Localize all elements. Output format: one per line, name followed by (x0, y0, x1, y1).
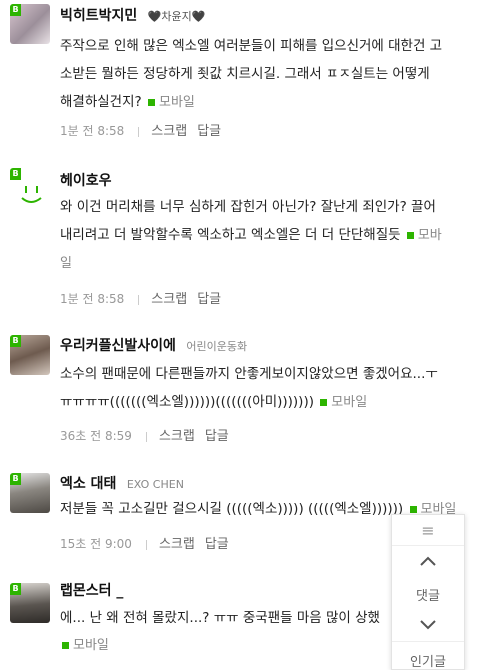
mobile-indicator: 모바 (405, 228, 442, 243)
comment-text: 에... 난 왜 전혀 몰랐지...? ㅠㅠ 중국팬들 마음 많이 상했 모바일 (60, 604, 400, 660)
mobile-dot-icon (62, 641, 69, 649)
reply-button[interactable]: 답글 (205, 429, 229, 444)
mobile-badge-icon: B (10, 4, 21, 16)
divider (392, 545, 464, 546)
comment-item: B 헤이호우 와 이건 머리채를 너무 심하게 잡힌거 아닌가? 잘난게 죄인가… (0, 160, 480, 310)
comment-text: 주작으로 인해 많은 엑소엘 여러분들이 피해를 입으신거에 대한건 고 소받든… (60, 38, 443, 110)
comment-text: 소수의 팬때문에 다른팬들까지 안좋게보이지않았으면 좋겠어요...ㅜ ㅠㅠㅠㅠ… (60, 366, 438, 410)
avatar[interactable]: B (10, 168, 50, 208)
comment-author[interactable]: 랩몬스터 _ (60, 583, 123, 599)
mobile-dot-icon (320, 398, 328, 406)
comment-time: 36초 전 8:59 (60, 429, 132, 443)
mobile-indicator: 모바일 (60, 632, 400, 660)
mobile-badge-icon: B (10, 583, 21, 595)
mobile-indicator: 모바일 (318, 395, 367, 410)
chevron-down-icon (420, 620, 436, 630)
scrap-button[interactable]: 스크랩 (151, 292, 187, 307)
avatar[interactable]: B (10, 473, 50, 513)
scroll-down-button[interactable] (392, 619, 464, 634)
mobile-badge-icon: B (10, 473, 21, 485)
comment-author[interactable]: 빅히트박지민 (60, 8, 137, 24)
mobile-badge-icon: B (10, 335, 21, 347)
divider (138, 126, 140, 137)
reply-button[interactable]: 답글 (205, 537, 229, 552)
comment-text: 와 이건 머리채를 너무 심하게 잡힌거 아닌가? 잘난게 죄인가? 끌어 내리… (60, 199, 442, 271)
comment-item: B 우리커플신발사이에 어린이운동화 소수의 팬때문에 다른팬들까지 안좋게보이… (0, 325, 480, 450)
comment-item: B 빅히트박지민 🖤차윤지🖤 주작으로 인해 많은 엑소엘 여러분들이 피해를 … (0, 0, 480, 145)
mobile-dot-icon (147, 98, 155, 106)
popular-posts-link[interactable]: 인기글 (392, 651, 464, 670)
divider (145, 539, 147, 550)
comment-author-tag: 어린이운동화 (186, 340, 248, 353)
reply-button[interactable]: 답글 (197, 292, 221, 307)
mobile-dot-icon (406, 231, 414, 239)
floating-nav-panel: ≡ 댓글 인기글 (391, 514, 465, 670)
reply-button[interactable]: 답글 (197, 124, 221, 139)
mobile-indicator: 모바일 (146, 95, 195, 110)
comment-author-tag: EXO CHEN (126, 478, 184, 491)
menu-icon[interactable]: ≡ (392, 521, 464, 540)
comment-time: 1분 전 8:58 (60, 124, 125, 138)
comment-author[interactable]: 우리커플신발사이에 (60, 338, 176, 354)
divider (145, 431, 147, 442)
avatar[interactable]: B (10, 583, 50, 623)
scrap-button[interactable]: 스크랩 (151, 124, 187, 139)
mobile-badge-icon: B (10, 168, 21, 180)
scrap-button[interactable]: 스크랩 (159, 537, 195, 552)
divider (392, 641, 464, 642)
avatar[interactable]: B (10, 4, 50, 44)
mobile-dot-icon (409, 505, 417, 513)
comment-author-tag: 🖤차윤지🖤 (147, 10, 206, 23)
comment-author[interactable]: 헤이호우 (60, 173, 112, 189)
comment-author[interactable]: 엑소 대태 (60, 476, 116, 492)
avatar[interactable]: B (10, 335, 50, 375)
reply-nav-label[interactable]: 댓글 (392, 585, 464, 604)
chevron-up-icon (420, 556, 436, 566)
scroll-up-button[interactable] (392, 555, 464, 570)
comment-time: 1분 전 8:58 (60, 292, 125, 306)
comment-time: 15초 전 9:00 (60, 537, 132, 551)
divider (138, 294, 140, 305)
scrap-button[interactable]: 스크랩 (159, 429, 195, 444)
